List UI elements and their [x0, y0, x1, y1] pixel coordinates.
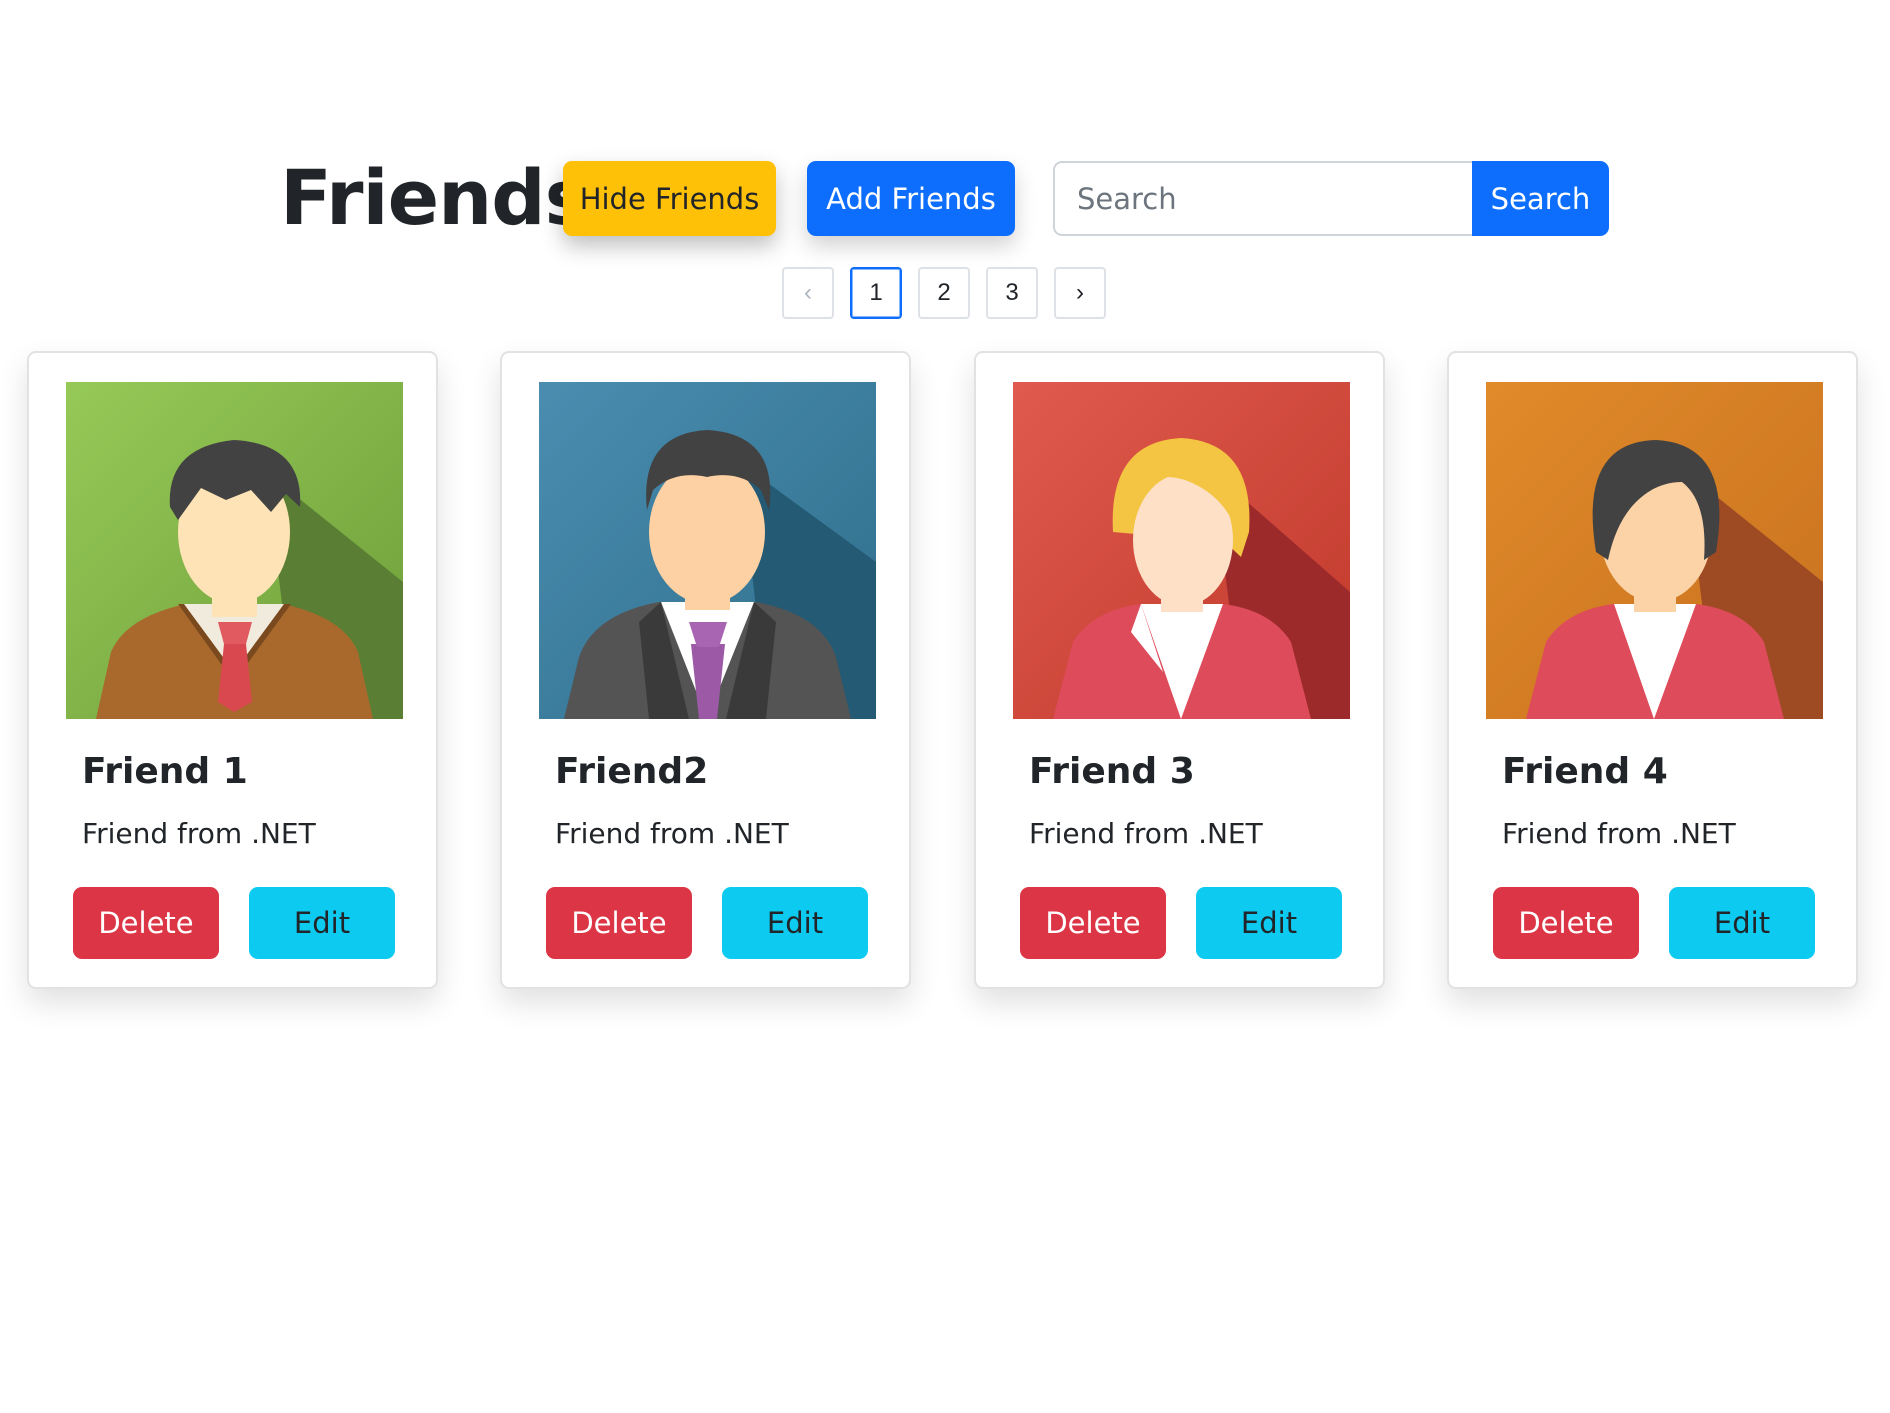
edit-button[interactable]: Edit [249, 887, 395, 959]
friend-card: Friend2 Friend from .NET Delete Edit [500, 351, 911, 989]
friend-name: Friend 4 [1502, 751, 1668, 792]
search-input[interactable] [1053, 161, 1473, 236]
male-avatar-suit-icon [539, 382, 876, 719]
edit-button[interactable]: Edit [722, 887, 868, 959]
page-3-button[interactable]: 3 [986, 267, 1038, 319]
delete-button[interactable]: Delete [1020, 887, 1166, 959]
friend-description: Friend from .NET [1502, 817, 1736, 850]
female-avatar-blonde-icon [1013, 382, 1350, 719]
page-prev-button[interactable]: ‹ [782, 267, 834, 319]
delete-button[interactable]: Delete [546, 887, 692, 959]
friend-card: Friend 4 Friend from .NET Delete Edit [1447, 351, 1858, 989]
page-title: Friends [280, 153, 590, 242]
friend-card: Friend 3 Friend from .NET Delete Edit [974, 351, 1385, 989]
female-avatar-dark-hair-icon [1486, 382, 1823, 719]
edit-button[interactable]: Edit [1196, 887, 1342, 959]
hide-friends-button[interactable]: Hide Friends [563, 161, 776, 236]
page-2-button[interactable]: 2 [918, 267, 970, 319]
friend-card: Friend 1 Friend from .NET Delete Edit [27, 351, 438, 989]
friend-name: Friend 1 [82, 751, 248, 792]
page-1-button[interactable]: 1 [850, 267, 902, 319]
friend-description: Friend from .NET [82, 817, 316, 850]
friend-description: Friend from .NET [1029, 817, 1263, 850]
delete-button[interactable]: Delete [73, 887, 219, 959]
friend-name: Friend2 [555, 751, 709, 792]
delete-button[interactable]: Delete [1493, 887, 1639, 959]
page-next-button[interactable]: › [1054, 267, 1106, 319]
edit-button[interactable]: Edit [1669, 887, 1815, 959]
male-avatar-sweater-icon [66, 382, 403, 719]
search-button[interactable]: Search [1472, 161, 1609, 236]
friend-description: Friend from .NET [555, 817, 789, 850]
friend-name: Friend 3 [1029, 751, 1195, 792]
add-friends-button[interactable]: Add Friends [807, 161, 1015, 236]
